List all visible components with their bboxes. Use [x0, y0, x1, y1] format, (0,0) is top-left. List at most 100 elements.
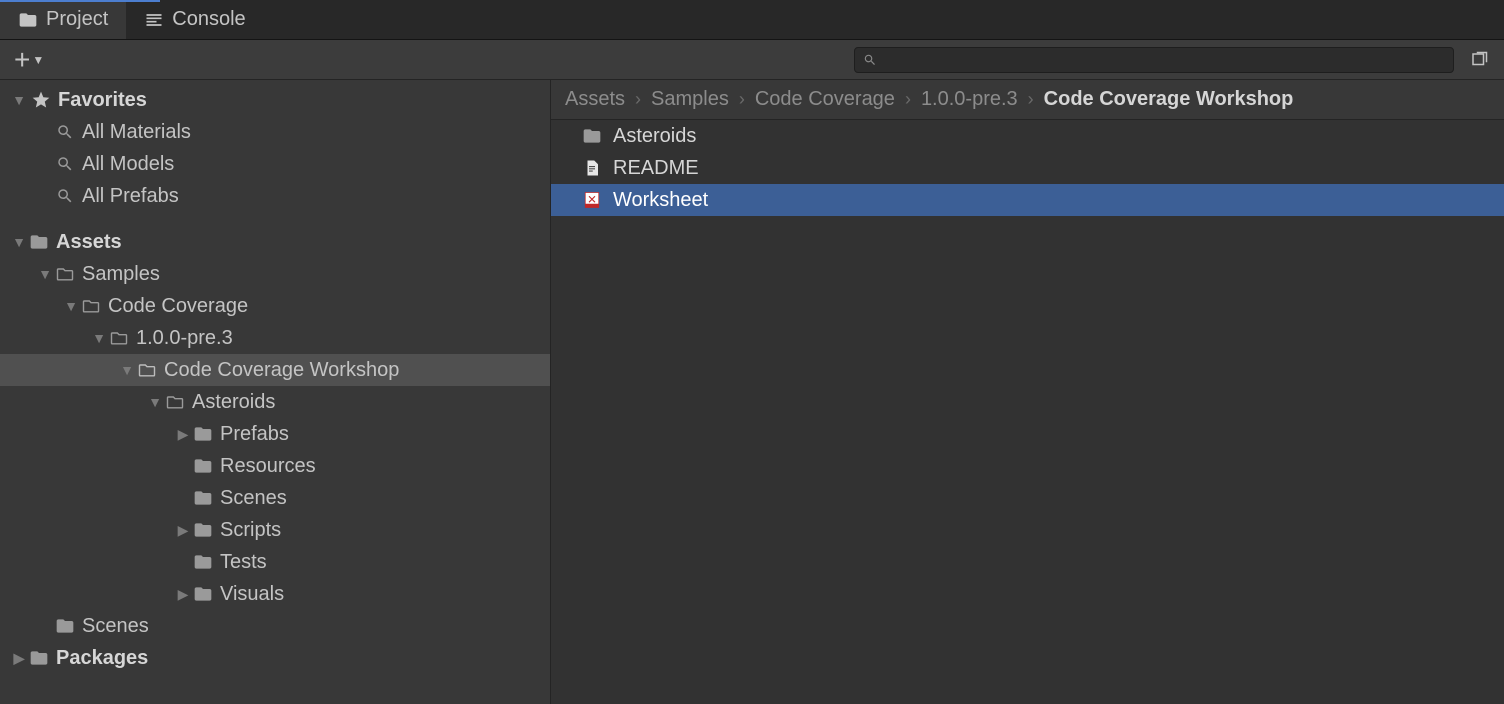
- left-pane: ▼ Favorites All Materials All Models: [0, 80, 550, 704]
- tree-scenes-sub-label: Scenes: [220, 487, 287, 510]
- file-list: Asteroids README Worksheet: [551, 120, 1504, 704]
- folder-icon: [581, 126, 603, 146]
- breadcrumb: Assets › Samples › Code Coverage › 1.0.0…: [551, 80, 1504, 120]
- document-icon: [581, 158, 603, 178]
- tree-prefabs[interactable]: ▶ Prefabs: [0, 418, 550, 450]
- chevron-right-icon: ›: [905, 89, 911, 110]
- tree-asteroids[interactable]: ▼ Asteroids: [0, 386, 550, 418]
- chevron-down-icon: ▼: [118, 362, 136, 378]
- folder-open-icon: [136, 360, 158, 380]
- search-icon: [54, 123, 76, 141]
- tree-favorites[interactable]: ▼ Favorites: [0, 84, 550, 116]
- tab-project[interactable]: Project: [0, 0, 126, 39]
- console-icon: [144, 10, 164, 30]
- folder-open-icon: [54, 264, 76, 284]
- tree-samples[interactable]: ▼ Samples: [0, 258, 550, 290]
- folder-open-icon: [80, 296, 102, 316]
- tree-scenes[interactable]: Scenes: [0, 610, 550, 642]
- tree-packages[interactable]: ▶ Packages: [0, 642, 550, 674]
- chevron-down-icon: ▼: [36, 266, 54, 282]
- tree-all-materials[interactable]: All Materials: [0, 116, 550, 148]
- tree-tests-label: Tests: [220, 551, 267, 574]
- tab-console-label: Console: [172, 8, 245, 31]
- tree-visuals[interactable]: ▶ Visuals: [0, 578, 550, 610]
- folder-icon: [192, 424, 214, 444]
- folder-open-icon: [108, 328, 130, 348]
- right-pane: Assets › Samples › Code Coverage › 1.0.0…: [550, 80, 1504, 704]
- body: ▼ Favorites All Materials All Models: [0, 80, 1504, 704]
- chevron-right-icon: ›: [635, 89, 641, 110]
- chevron-right-icon: ▶: [174, 586, 192, 603]
- plus-icon: +: [14, 46, 30, 74]
- chevron-down-icon: ▼: [146, 394, 164, 410]
- search-icon: [54, 187, 76, 205]
- folder-icon: [192, 584, 214, 604]
- tree-scenes-sub[interactable]: Scenes: [0, 482, 550, 514]
- chevron-down-icon: ▼: [32, 53, 44, 67]
- search-input[interactable]: [883, 51, 1445, 68]
- chevron-right-icon: ›: [1028, 89, 1034, 110]
- tree-all-models[interactable]: All Models: [0, 148, 550, 180]
- search-icon: [54, 155, 76, 173]
- tree-workshop[interactable]: ▼ Code Coverage Workshop: [0, 354, 550, 386]
- folder-icon: [192, 488, 214, 508]
- tree-scenes-label: Scenes: [82, 615, 149, 638]
- toolbar: + ▼: [0, 40, 1504, 80]
- folder-icon: [28, 232, 50, 252]
- tree-workshop-label: Code Coverage Workshop: [164, 359, 399, 382]
- breadcrumb-version[interactable]: 1.0.0-pre.3: [921, 88, 1018, 111]
- breadcrumb-assets[interactable]: Assets: [565, 88, 625, 111]
- tree-assets-label: Assets: [56, 231, 122, 254]
- breadcrumb-code-coverage[interactable]: Code Coverage: [755, 88, 895, 111]
- file-readme-label: README: [613, 157, 699, 180]
- create-button[interactable]: + ▼: [10, 46, 48, 74]
- tab-console[interactable]: Console: [126, 0, 263, 39]
- folder-icon: [18, 10, 38, 30]
- tree-samples-label: Samples: [82, 263, 160, 286]
- search-box[interactable]: [854, 47, 1454, 73]
- tree-visuals-label: Visuals: [220, 583, 284, 606]
- tree-resources-label: Resources: [220, 455, 316, 478]
- tab-project-label: Project: [46, 8, 108, 31]
- file-asteroids-label: Asteroids: [613, 125, 696, 148]
- file-readme[interactable]: README: [551, 152, 1504, 184]
- tree: ▼ Favorites All Materials All Models: [0, 80, 550, 674]
- folder-icon: [28, 648, 50, 668]
- detach-button[interactable]: [1464, 47, 1494, 73]
- tree-resources[interactable]: Resources: [0, 450, 550, 482]
- chevron-right-icon: ›: [739, 89, 745, 110]
- tree-prefabs-label: Prefabs: [220, 423, 289, 446]
- chevron-down-icon: ▼: [10, 234, 28, 250]
- tree-all-prefabs-label: All Prefabs: [82, 185, 179, 208]
- tree-all-materials-label: All Materials: [82, 121, 191, 144]
- chevron-down-icon: ▼: [62, 298, 80, 314]
- tree-code-coverage-label: Code Coverage: [108, 295, 248, 318]
- chevron-right-icon: ▶: [174, 522, 192, 539]
- tree-scripts[interactable]: ▶ Scripts: [0, 514, 550, 546]
- tree-version[interactable]: ▼ 1.0.0-pre.3: [0, 322, 550, 354]
- breadcrumb-samples[interactable]: Samples: [651, 88, 729, 111]
- tree-tests[interactable]: Tests: [0, 546, 550, 578]
- pdf-icon: [581, 190, 603, 210]
- accent-line: [0, 0, 160, 2]
- chevron-down-icon: ▼: [10, 92, 28, 108]
- file-worksheet-label: Worksheet: [613, 189, 708, 212]
- search-icon: [863, 53, 877, 67]
- tree-assets[interactable]: ▼ Assets: [0, 226, 550, 258]
- tree-all-models-label: All Models: [82, 153, 174, 176]
- tree-all-prefabs[interactable]: All Prefabs: [0, 180, 550, 212]
- tree-packages-label: Packages: [56, 647, 148, 670]
- folder-icon: [192, 456, 214, 476]
- star-icon: [30, 90, 52, 110]
- detach-icon: [1470, 51, 1488, 69]
- tab-strip: Project Console: [0, 0, 1504, 40]
- breadcrumb-workshop[interactable]: Code Coverage Workshop: [1044, 88, 1294, 111]
- tree-asteroids-label: Asteroids: [192, 391, 275, 414]
- file-worksheet[interactable]: Worksheet: [551, 184, 1504, 216]
- folder-open-icon: [164, 392, 186, 412]
- file-asteroids[interactable]: Asteroids: [551, 120, 1504, 152]
- folder-icon: [192, 520, 214, 540]
- chevron-right-icon: ▶: [174, 426, 192, 443]
- folder-icon: [54, 616, 76, 636]
- tree-code-coverage[interactable]: ▼ Code Coverage: [0, 290, 550, 322]
